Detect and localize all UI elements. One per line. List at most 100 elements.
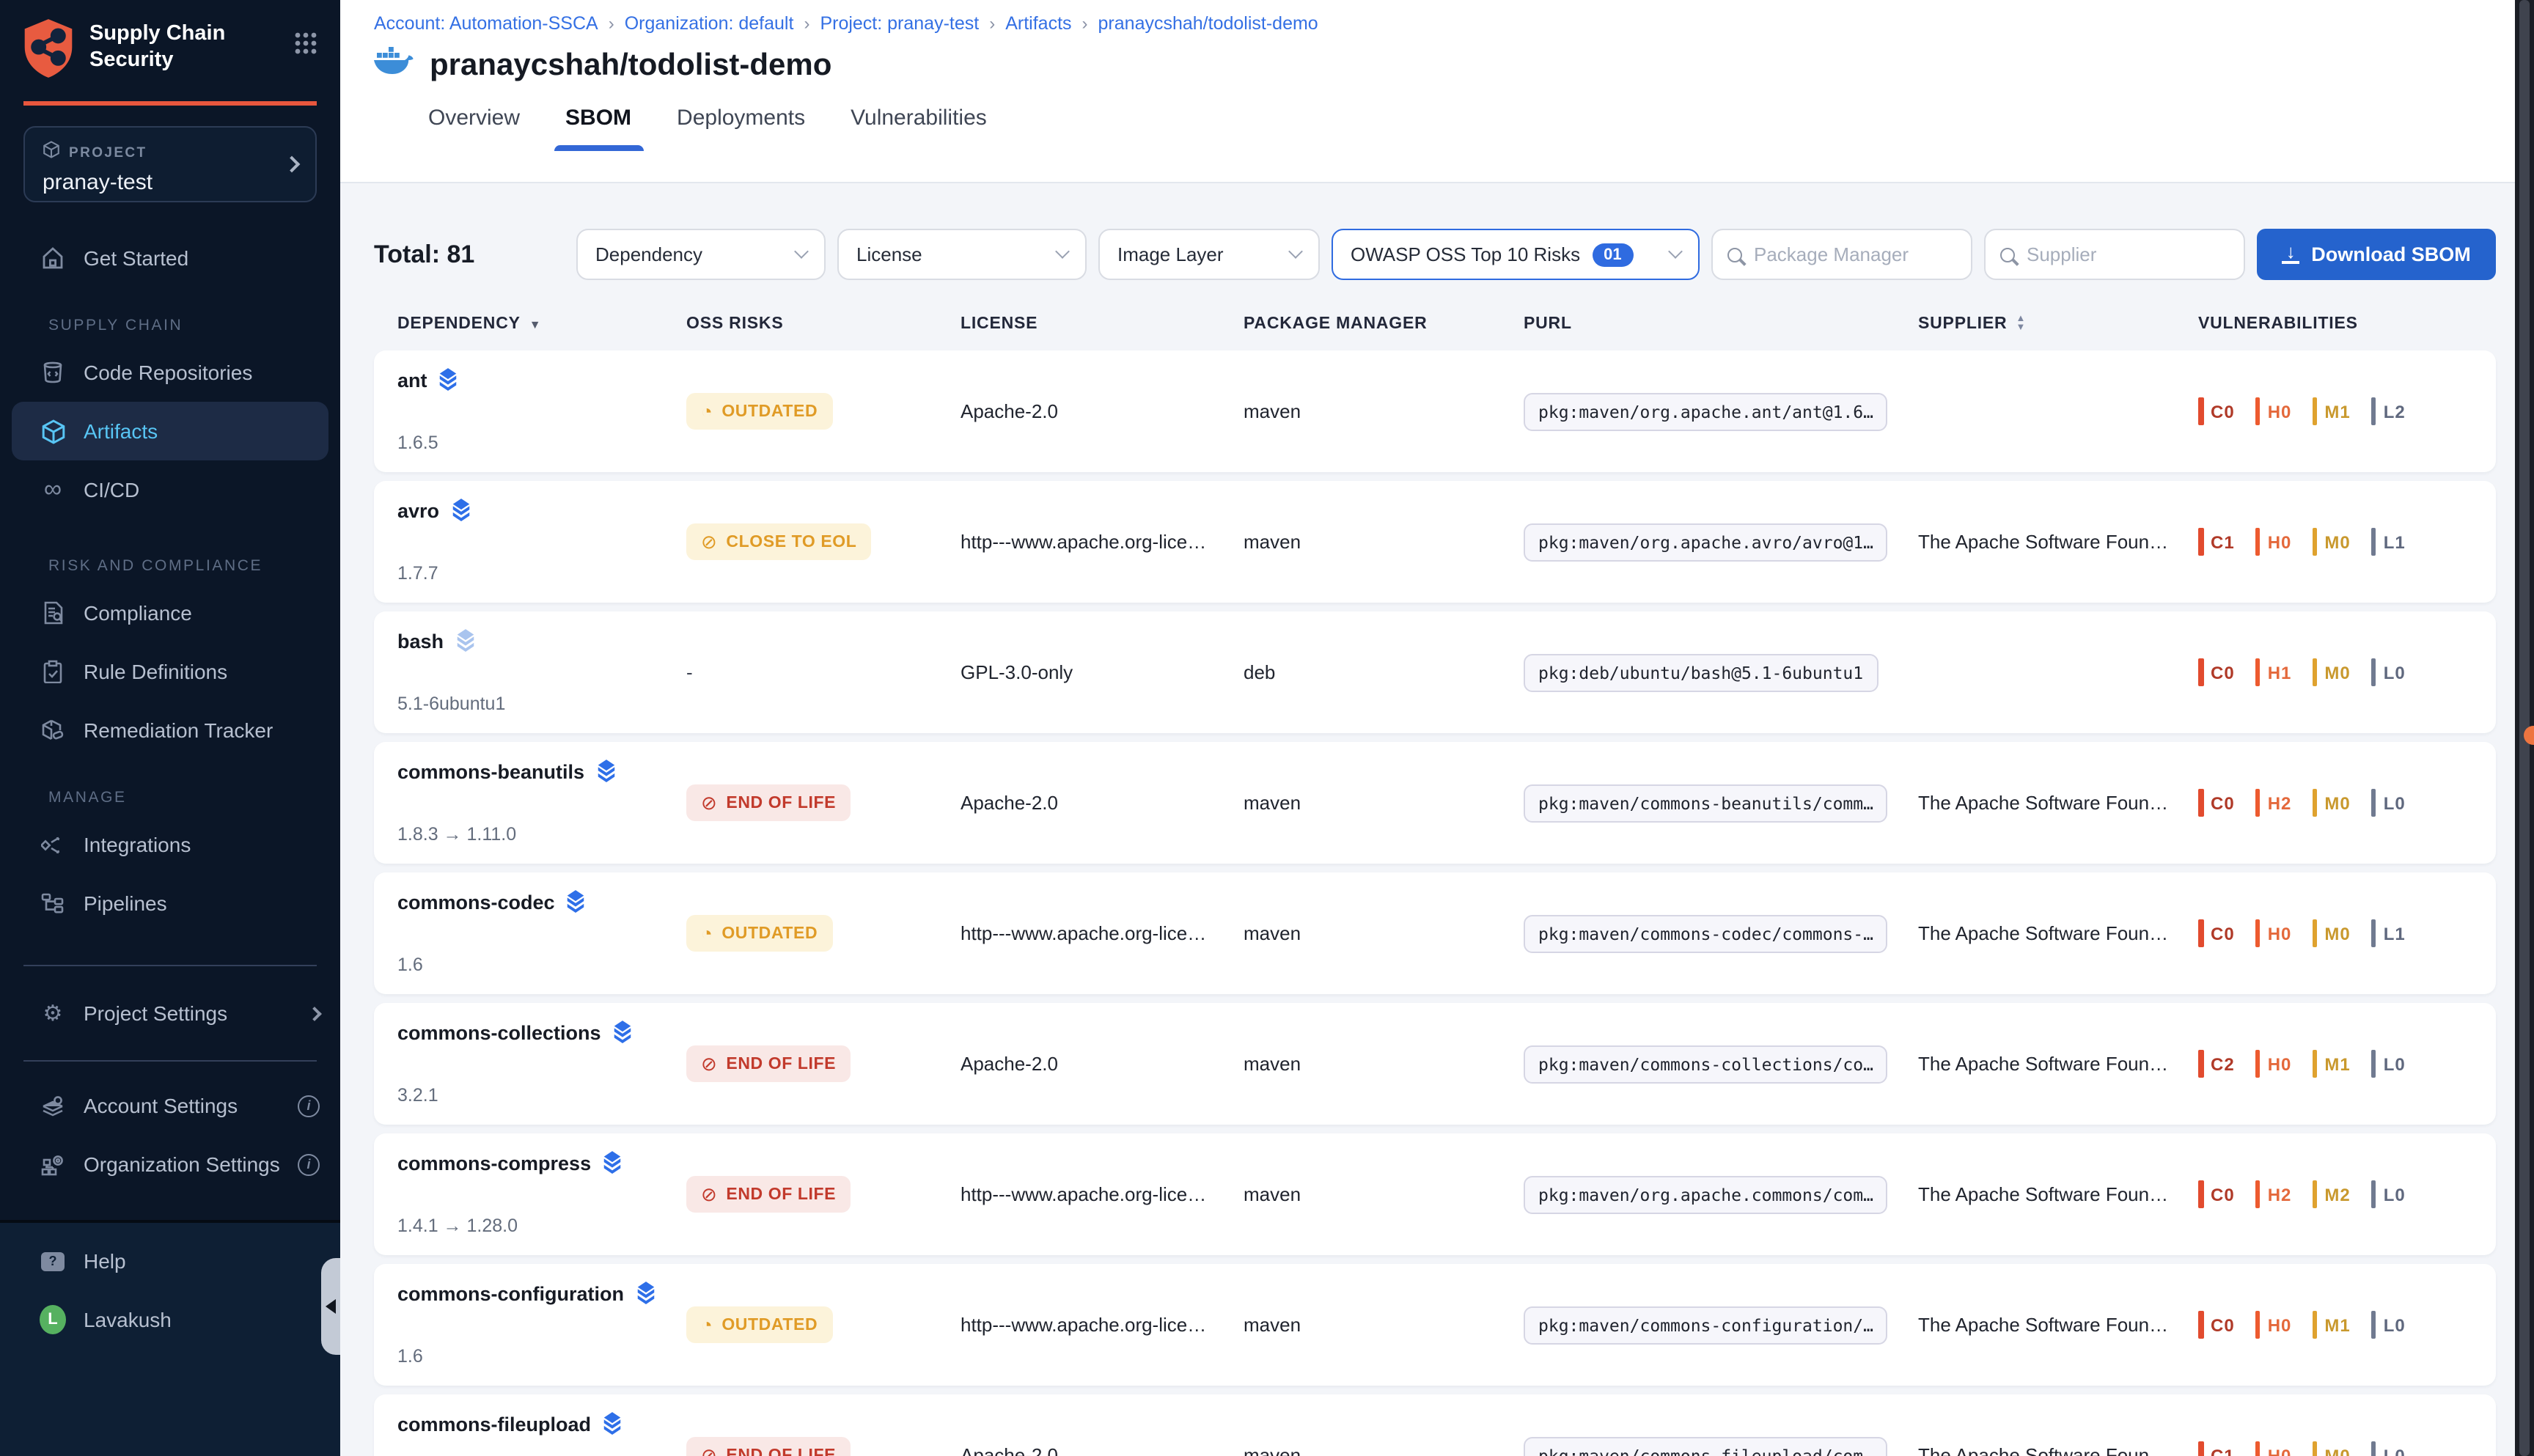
project-name: pranay-test — [43, 170, 301, 195]
download-sbom-button[interactable]: ↓ Download SBOM — [2257, 229, 2496, 280]
sidebar-item-rule-definitions[interactable]: Rule Definitions — [0, 642, 340, 701]
dependency-name: commons-beanutils — [397, 760, 584, 782]
layers-icon — [601, 1412, 623, 1435]
oss-risk-badge: ◔OUTDATED — [686, 1306, 832, 1343]
license-value: Apache-2.0 — [961, 1053, 1244, 1075]
sidebar-item-account-settings[interactable]: Account Settings i — [0, 1076, 340, 1135]
layers-icon — [612, 1021, 634, 1044]
low-count: L2 — [2384, 401, 2406, 422]
table-row[interactable]: avro1.7.7 ⊘CLOSE TO EOL http---www.apach… — [374, 481, 2496, 603]
purl-chip[interactable]: pkg:maven/org.apache.commons/com… — [1524, 1175, 1888, 1213]
table-row[interactable]: commons-configuration1.6 ◔OUTDATED http-… — [374, 1264, 2496, 1386]
info-icon[interactable]: i — [298, 1095, 320, 1117]
purl-chip[interactable]: pkg:deb/ubuntu/bash@5.1-6ubuntu1 — [1524, 653, 1878, 691]
purl-chip[interactable]: pkg:maven/commons-codec/commons-… — [1524, 914, 1888, 952]
image-layer-filter-select[interactable]: Image Layer — [1098, 229, 1320, 280]
column-header-dependency[interactable]: DEPENDENCY ▼ — [397, 315, 686, 333]
low-bar — [2371, 397, 2376, 425]
purl-chip[interactable]: pkg:maven/org.apache.ant/ant@1.6… — [1524, 392, 1888, 430]
download-icon: ↓ — [2282, 245, 2299, 264]
supplier-search[interactable] — [1984, 229, 2245, 280]
sidebar-item-get-started[interactable]: Get Started — [0, 229, 340, 287]
table-row[interactable]: bash5.1-6ubuntu1 - GPL-3.0-only deb pkg:… — [374, 611, 2496, 733]
owasp-risks-filter-select[interactable]: OWASP OSS Top 10 Risks 01 — [1332, 229, 1700, 280]
sidebar-item-user-profile[interactable]: L Lavakush — [0, 1290, 340, 1349]
sidebar-item-code-repositories[interactable]: Code Repositories — [0, 343, 340, 402]
purl-chip[interactable]: pkg:maven/org.apache.avro/avro@1… — [1524, 523, 1888, 561]
sidebar: Supply Chain Security PROJECT pranay-tes… — [0, 0, 340, 1456]
sidebar-item-remediation-tracker[interactable]: Remediation Tracker — [0, 701, 340, 760]
vertical-scrollbar[interactable] — [2515, 0, 2534, 1456]
project-selector[interactable]: PROJECT pranay-test — [23, 126, 317, 202]
sidebar-item-label: CI/CD — [84, 478, 139, 501]
package-manager-search[interactable] — [1711, 229, 1972, 280]
artifact-cube-icon — [40, 419, 66, 444]
page-header: Account: Automation-SSCA › Organization:… — [340, 0, 2534, 183]
badge-status-icon: ⊘ — [701, 1183, 717, 1206]
sidebar-item-artifacts[interactable]: Artifacts — [12, 402, 328, 460]
dependency-name: avro — [397, 499, 439, 521]
column-header-supplier[interactable]: SUPPLIER ▲▼ — [1918, 315, 2198, 333]
organization-settings-icon — [40, 1153, 66, 1175]
badge-status-icon: ⊘ — [701, 530, 717, 554]
table-row[interactable]: commons-codec1.6 ◔OUTDATED http---www.ap… — [374, 872, 2496, 994]
breadcrumb-project[interactable]: Project: pranay-test — [820, 13, 979, 34]
dependency-version: 1.4.1 → 1.28.0 — [397, 1216, 686, 1236]
sidebar-item-project-settings[interactable]: ⚙ Project Settings — [0, 984, 340, 1043]
dependency-version: 1.6 — [397, 955, 686, 975]
supplier-value: The Apache Software Foun… — [1918, 792, 2198, 814]
docker-icon — [374, 47, 415, 85]
layers-icon — [601, 1151, 623, 1174]
layers-icon — [449, 499, 471, 522]
license-filter-label: License — [856, 243, 922, 265]
sidebar-item-label: Account Settings — [84, 1094, 238, 1117]
sidebar-item-compliance[interactable]: Compliance — [0, 584, 340, 642]
info-icon[interactable]: i — [298, 1153, 320, 1175]
dependency-filter-select[interactable]: Dependency — [576, 229, 826, 280]
tab-deployments[interactable]: Deployments — [674, 94, 808, 150]
purl-chip[interactable]: pkg:maven/commons-fileupload/com… — [1524, 1436, 1888, 1456]
chevron-right-icon — [307, 1006, 322, 1021]
search-icon — [1727, 247, 1742, 262]
breadcrumb-account[interactable]: Account: Automation-SSCA — [374, 13, 598, 34]
license-value: http---www.apache.org-lice… — [961, 531, 1244, 553]
purl-chip[interactable]: pkg:maven/commons-beanutils/comm… — [1524, 784, 1888, 822]
sidebar-item-label: Project Settings — [84, 1001, 227, 1025]
license-value: Apache-2.0 — [961, 1444, 1244, 1456]
sidebar-item-integrations[interactable]: Integrations — [0, 815, 340, 874]
sidebar-item-cicd[interactable]: ∞ CI/CD — [0, 460, 340, 519]
license-filter-select[interactable]: License — [837, 229, 1087, 280]
sidebar-item-pipelines[interactable]: Pipelines — [0, 874, 340, 933]
vulnerability-counts: C0 H0 M0 L1 — [2198, 919, 2496, 947]
home-icon — [40, 246, 66, 270]
badge-status-icon: ◔ — [701, 1314, 713, 1336]
table-row[interactable]: ant1.6.5 ◔OUTDATED Apache-2.0 maven pkg:… — [374, 350, 2496, 472]
supplier-search-input[interactable] — [2027, 243, 2217, 265]
package-manager-value: maven — [1244, 1444, 1524, 1456]
table-row[interactable]: commons-collections3.2.1 ⊘END OF LIFE Ap… — [374, 1003, 2496, 1125]
dependency-name: ant — [397, 369, 427, 391]
chevron-down-icon — [1288, 244, 1303, 259]
oss-risk-badge: ⊘END OF LIFE — [686, 1045, 851, 1082]
account-settings-icon — [40, 1095, 66, 1117]
breadcrumb-separator-icon: › — [979, 13, 1005, 34]
table-row[interactable]: commons-fileupload ⊘END OF LIFE Apache-2… — [374, 1394, 2496, 1456]
table-row[interactable]: commons-compress1.4.1 → 1.28.0 ⊘END OF L… — [374, 1133, 2496, 1255]
app-switcher-grid-icon[interactable] — [295, 32, 317, 62]
package-manager-value: maven — [1244, 1053, 1524, 1075]
breadcrumb-artifacts[interactable]: Artifacts — [1005, 13, 1071, 34]
dependency-version: 5.1-6ubuntu1 — [397, 694, 686, 714]
breadcrumb-current[interactable]: pranaycshah/todolist-demo — [1098, 13, 1318, 34]
sidebar-item-organization-settings[interactable]: Organization Settings i — [0, 1135, 340, 1194]
sbom-content: Total: 81 Dependency License Image Layer — [340, 183, 2534, 1456]
tab-sbom[interactable]: SBOM — [562, 94, 634, 150]
tab-vulnerabilities[interactable]: Vulnerabilities — [848, 94, 990, 150]
sidebar-collapse-handle[interactable] — [321, 1258, 340, 1355]
breadcrumb-organization[interactable]: Organization: default — [625, 13, 794, 34]
purl-chip[interactable]: pkg:maven/commons-collections/co… — [1524, 1045, 1888, 1083]
sidebar-item-help[interactable]: ? Help — [0, 1232, 340, 1290]
table-row[interactable]: commons-beanutils1.8.3 → 1.11.0 ⊘END OF … — [374, 742, 2496, 864]
tab-overview[interactable]: Overview — [425, 94, 523, 150]
package-manager-search-input[interactable] — [1754, 243, 1944, 265]
purl-chip[interactable]: pkg:maven/commons-configuration/… — [1524, 1306, 1888, 1344]
